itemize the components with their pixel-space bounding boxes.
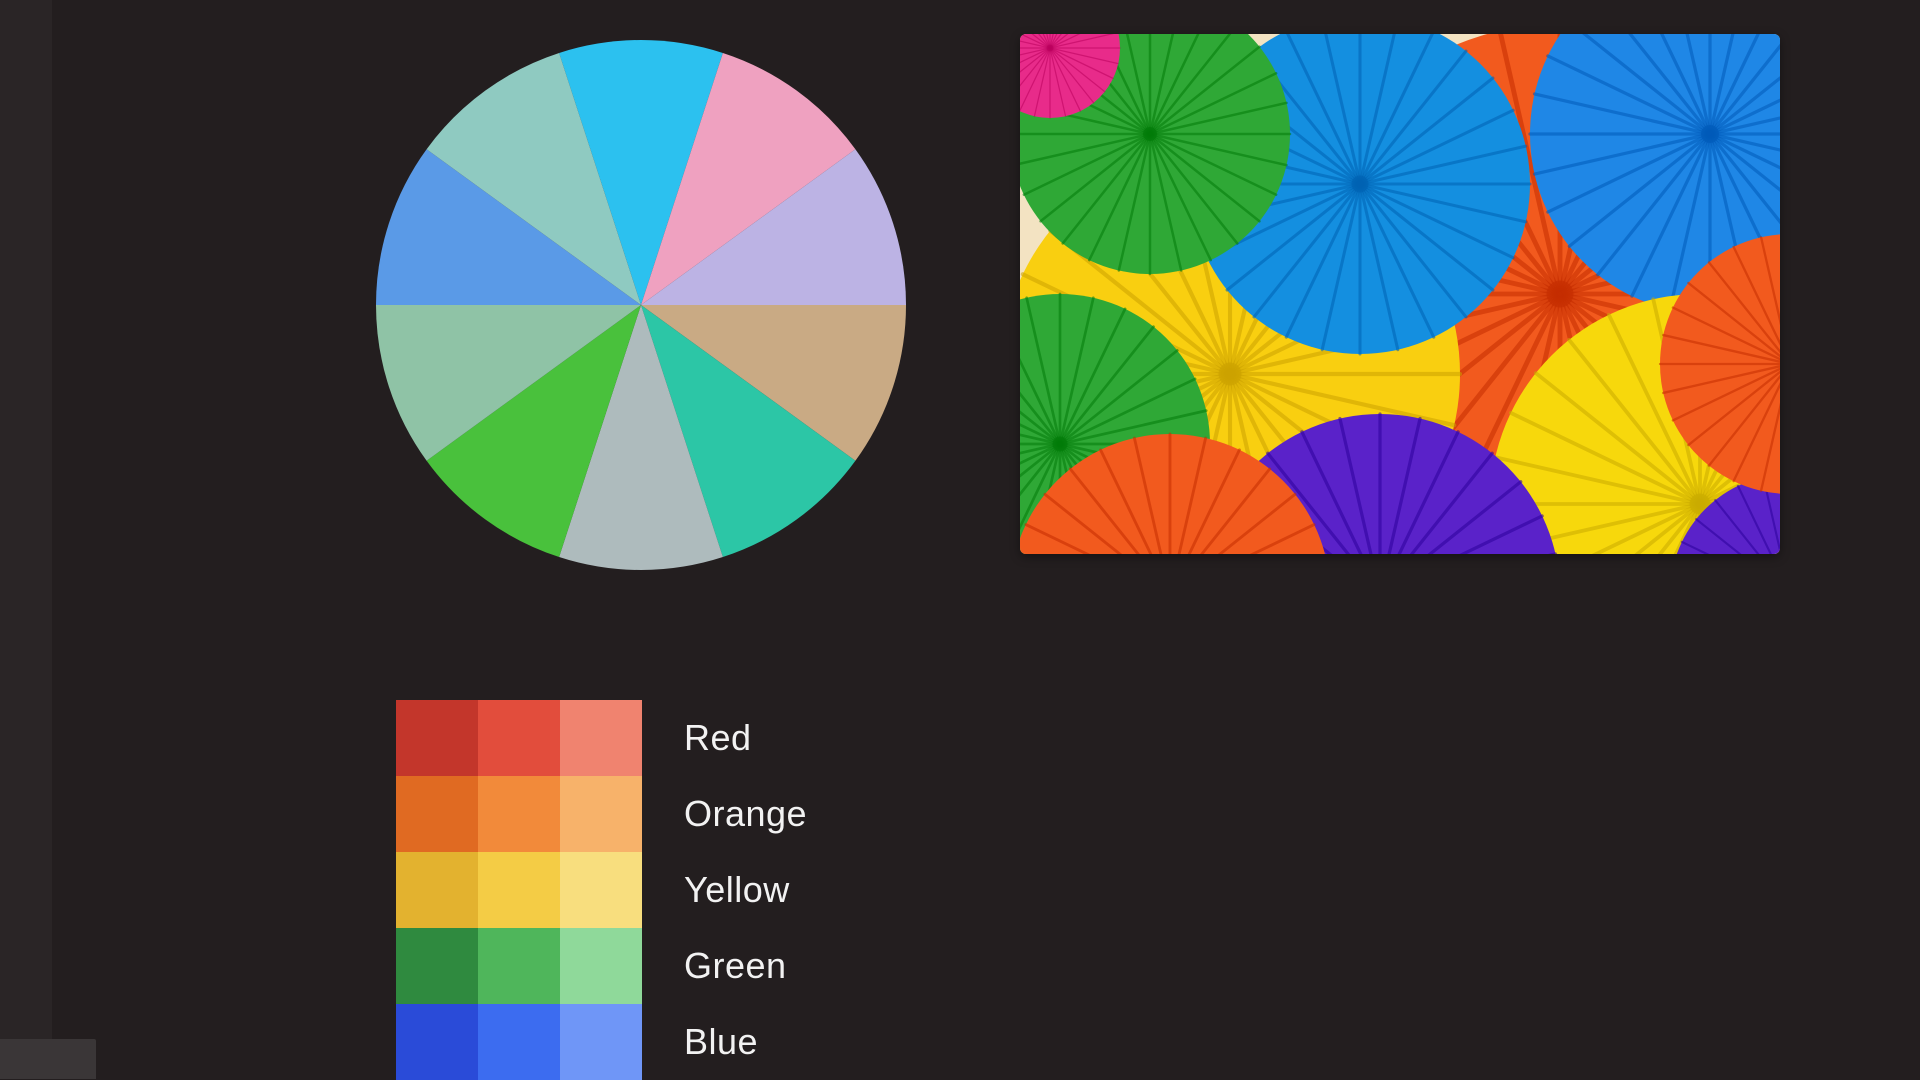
swatch-cell[interactable] [478,852,560,928]
palette-row: Orange [396,776,807,852]
color-wheel-svg [376,40,906,570]
swatch-cell[interactable] [396,852,478,928]
swatch-cell[interactable] [478,1004,560,1080]
swatch-cell[interactable] [396,928,478,1004]
hero-image [1020,34,1780,554]
swatch-cell[interactable] [560,928,642,1004]
swatch-cell[interactable] [478,776,560,852]
palette-row-label: Green [684,945,787,987]
swatch-cell[interactable] [560,776,642,852]
swatch-cell[interactable] [560,852,642,928]
palette-row-label: Orange [684,793,807,835]
swatch-cell[interactable] [396,700,478,776]
palette-row: Yellow [396,852,807,928]
swatch-cell[interactable] [478,928,560,1004]
left-ribbon-bottom-tab [0,1039,96,1079]
left-ribbon [0,0,52,1079]
swatch-cell[interactable] [396,776,478,852]
palette-row-label: Yellow [684,869,790,911]
palette-row-label: Red [684,717,752,759]
swatch-cell[interactable] [478,700,560,776]
swatch-cell[interactable] [396,1004,478,1080]
palette-row-label: Blue [684,1021,758,1063]
palette-row: Blue [396,1004,807,1080]
hero-image-svg [1020,34,1780,554]
swatch-cell[interactable] [560,1004,642,1080]
palette-row: Green [396,928,807,1004]
color-wheel [376,40,906,570]
palette-list: Red Orange Yellow Green Blue [396,700,807,1080]
swatch-cell[interactable] [560,700,642,776]
palette-row: Red [396,700,807,776]
